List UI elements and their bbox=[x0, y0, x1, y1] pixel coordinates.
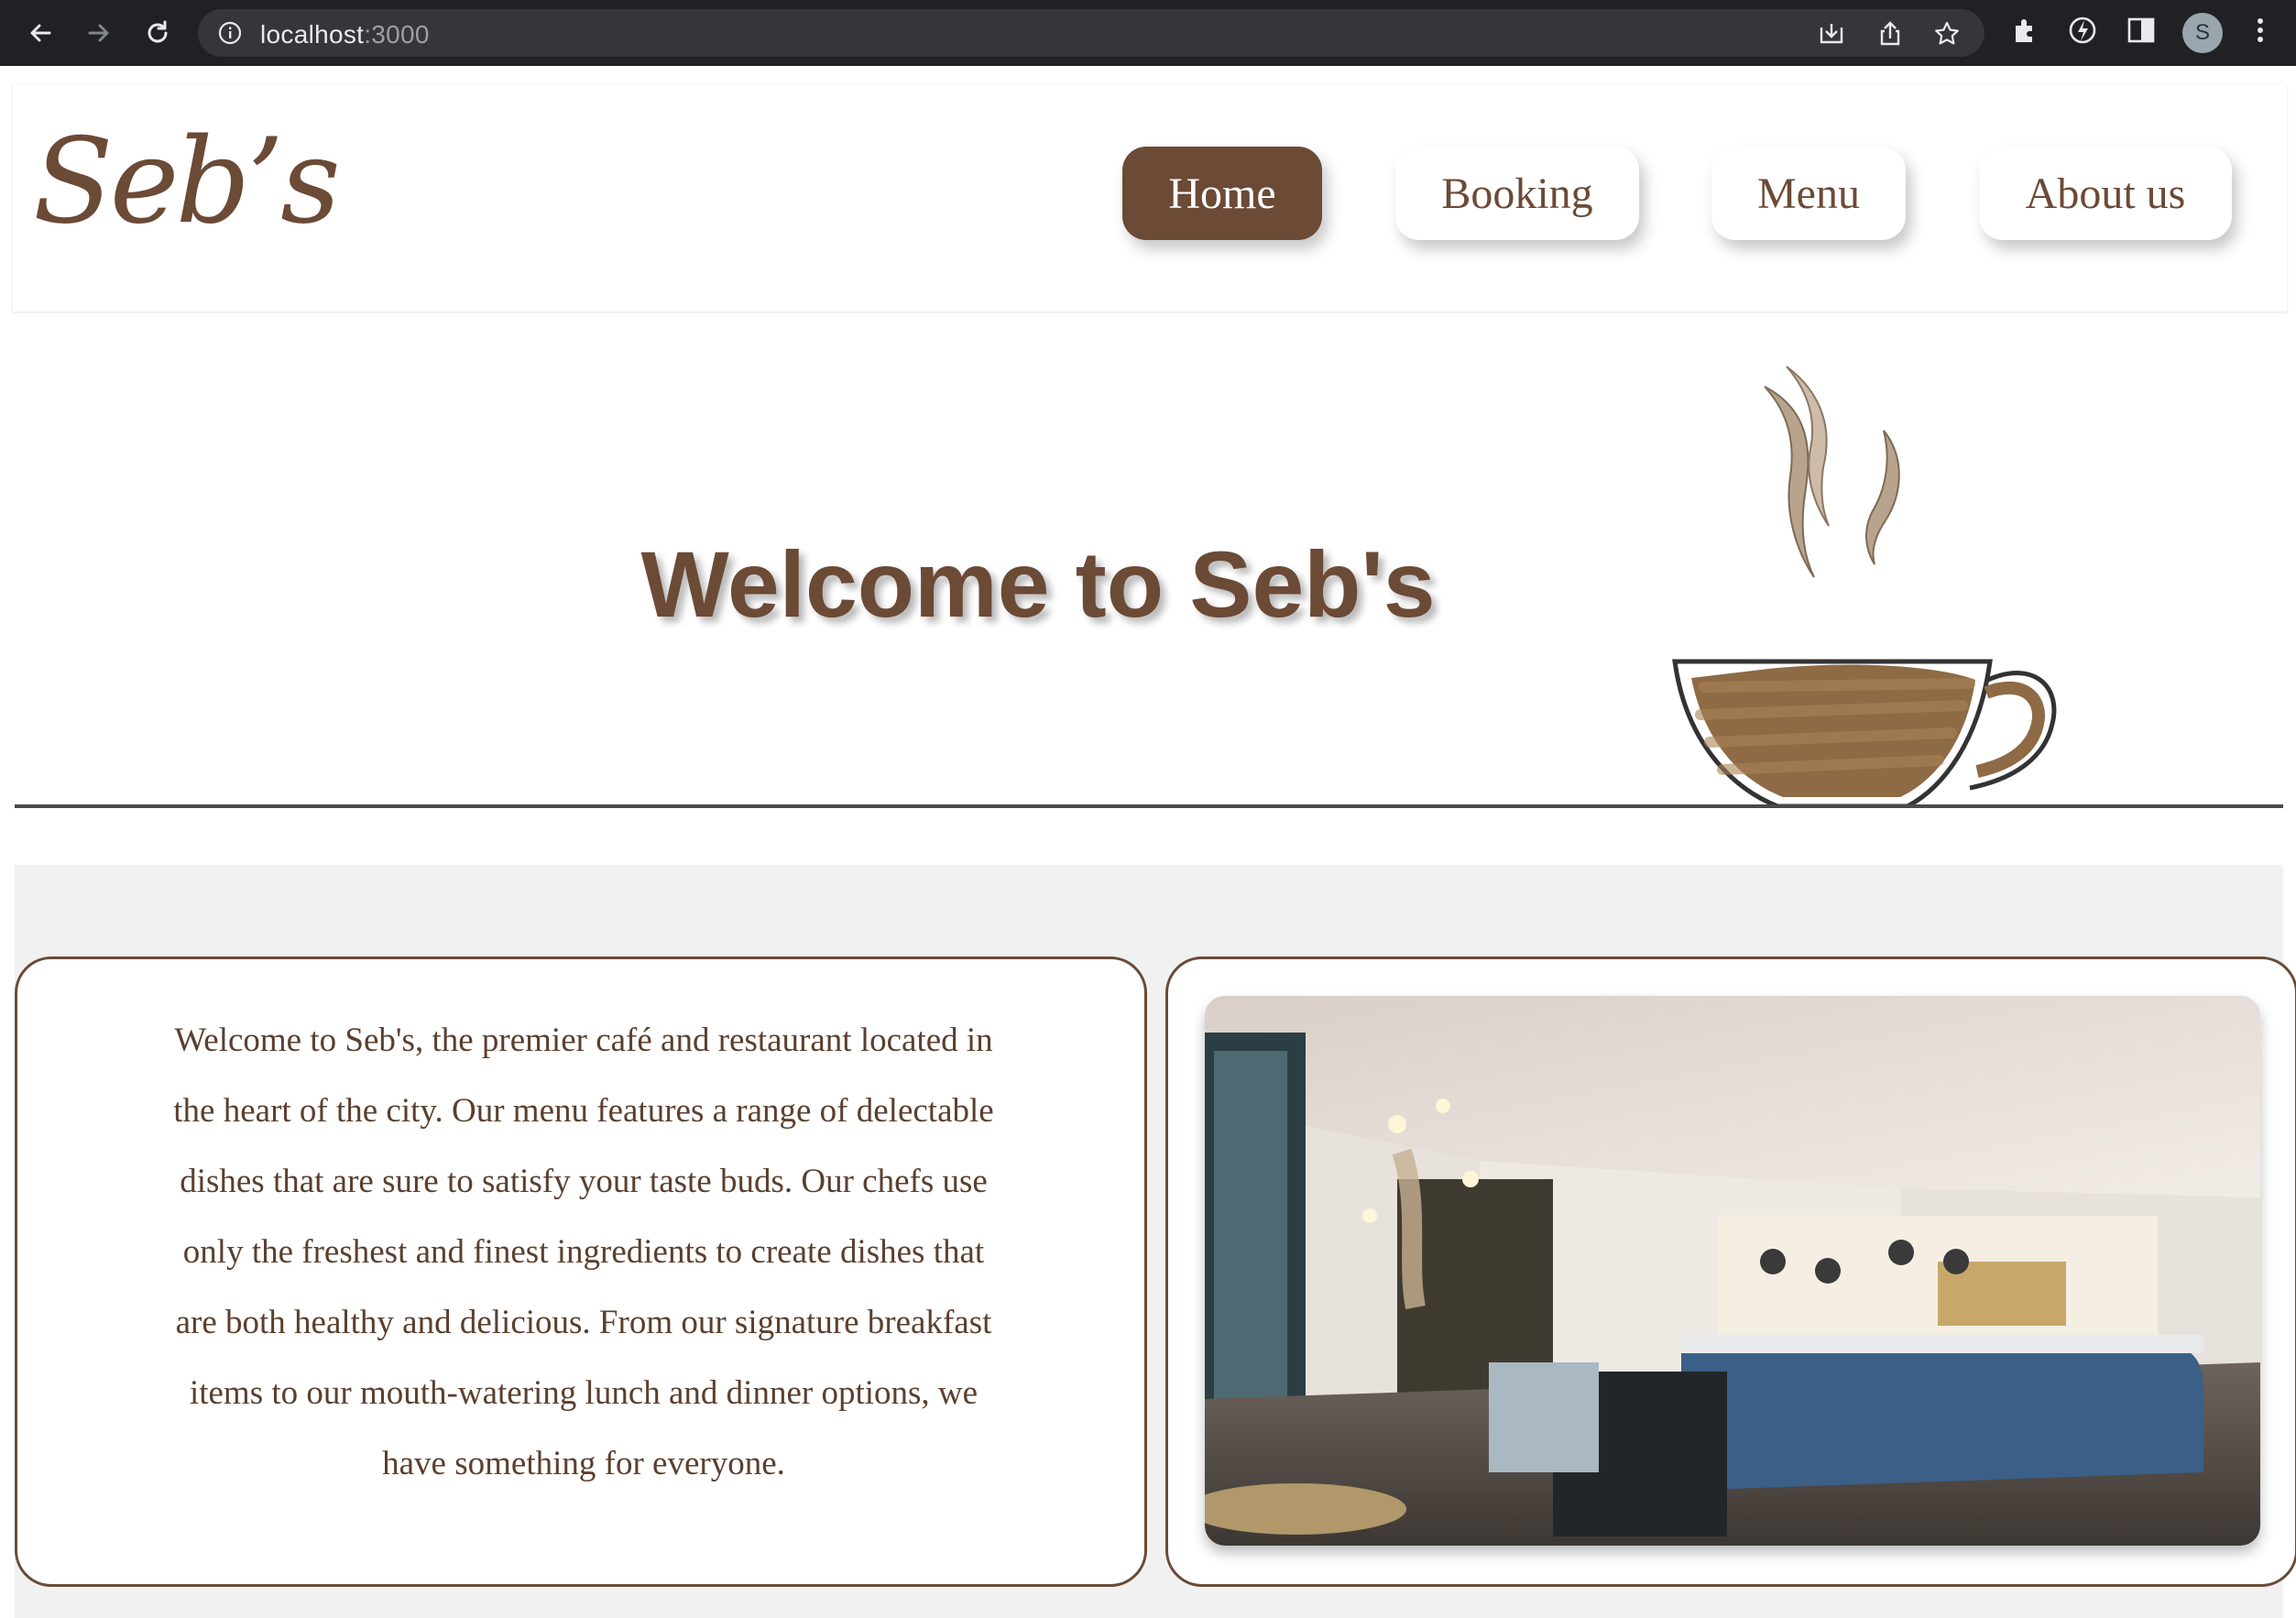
nav-booking[interactable]: Booking bbox=[1395, 147, 1639, 240]
share-icon[interactable] bbox=[1876, 20, 1904, 48]
intro-card: Welcome to Seb's, the premier café and r… bbox=[15, 957, 1147, 1587]
bookmark-star-icon[interactable] bbox=[1933, 20, 1961, 48]
hero-divider bbox=[15, 804, 2283, 808]
restaurant-interior-image bbox=[1205, 996, 2260, 1546]
intro-text: Welcome to Seb's, the premier café and r… bbox=[173, 1022, 994, 1482]
back-arrow-icon[interactable] bbox=[22, 15, 59, 51]
reload-icon[interactable] bbox=[139, 15, 176, 51]
site-header: Seb’s Home Booking Menu About us bbox=[13, 84, 2287, 312]
install-app-icon[interactable] bbox=[1818, 20, 1845, 48]
browser-toolbar: localhost:3000 S bbox=[0, 0, 2296, 66]
content-section: Welcome to Seb's, the premier café and r… bbox=[15, 865, 2296, 1618]
nav-about-us[interactable]: About us bbox=[1979, 147, 2232, 240]
coffee-cup-icon bbox=[1672, 366, 2057, 808]
nav-home[interactable]: Home bbox=[1122, 147, 1322, 240]
photo-card bbox=[1165, 957, 2296, 1587]
site-info-icon[interactable] bbox=[218, 21, 242, 45]
profile-avatar[interactable]: S bbox=[2182, 13, 2223, 53]
address-bar[interactable]: localhost:3000 bbox=[198, 9, 1984, 57]
forward-arrow-icon[interactable] bbox=[81, 15, 117, 51]
page-viewport: Seb’s Home Booking Menu About us Welcome… bbox=[0, 66, 2296, 1618]
more-menu-icon[interactable] bbox=[2247, 15, 2274, 46]
nav-menu[interactable]: Menu bbox=[1711, 147, 1906, 240]
performance-icon[interactable] bbox=[2067, 15, 2098, 46]
side-panel-icon[interactable] bbox=[2126, 15, 2157, 46]
extensions-puzzle-icon[interactable] bbox=[2010, 15, 2041, 46]
address-url: localhost:3000 bbox=[260, 20, 430, 49]
site-logo[interactable]: Seb’s bbox=[33, 114, 341, 250]
